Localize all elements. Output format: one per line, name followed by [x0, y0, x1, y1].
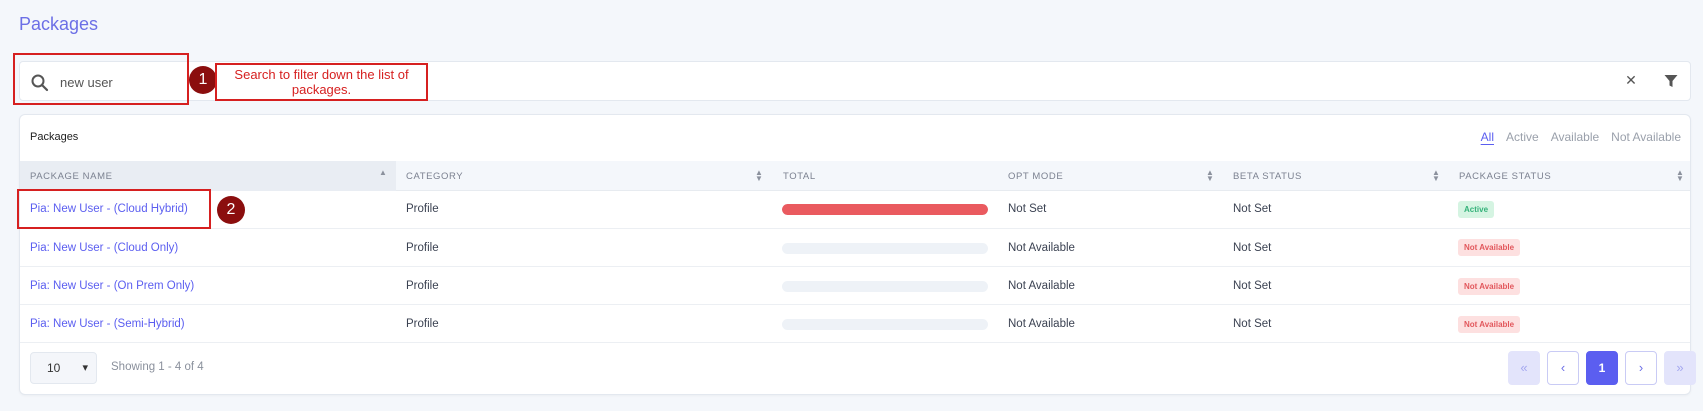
- sort-icon[interactable]: ▲ ▼: [1206, 169, 1214, 183]
- filter-tab-not-available[interactable]: Not Available: [1611, 130, 1681, 144]
- filter-icon[interactable]: [1664, 74, 1678, 88]
- filter-tab-active[interactable]: Active: [1506, 130, 1539, 144]
- callout-highlight-search: [13, 53, 189, 105]
- column-header-package-status[interactable]: PACKAGE STATUS: [1459, 171, 1551, 182]
- status-badge: Not Available: [1458, 316, 1521, 333]
- status-badge: Not Available: [1458, 278, 1521, 295]
- pagination-summary: Showing 1 - 4 of 4: [111, 361, 204, 373]
- column-header-opt-mode[interactable]: OPT MODE: [1008, 171, 1063, 182]
- callout-badge-2: 2: [217, 196, 245, 224]
- callout-highlight-package-link: [17, 189, 211, 229]
- total-progress-bar: [782, 281, 988, 292]
- opt-mode-cell: Not Available: [1008, 318, 1075, 330]
- total-progress-fill: [782, 204, 988, 215]
- category-cell: Profile: [406, 318, 439, 330]
- sort-icon[interactable]: ▲ ▼: [755, 169, 763, 183]
- status-badge: Not Available: [1458, 239, 1521, 256]
- column-header-package-name[interactable]: PACKAGE NAME: [30, 171, 113, 182]
- sort-asc-icon[interactable]: ▲: [379, 169, 387, 177]
- opt-mode-cell: Not Available: [1008, 280, 1075, 292]
- package-link[interactable]: Pia: New User - (Semi-Hybrid): [30, 318, 185, 330]
- first-page-button[interactable]: «: [1508, 351, 1540, 385]
- opt-mode-cell: Not Set: [1008, 203, 1047, 215]
- status-filter-tabs: All Active Available Not Available: [1481, 130, 1681, 144]
- category-cell: Profile: [406, 203, 439, 215]
- total-progress-bar: [782, 319, 988, 330]
- column-header-total: TOTAL: [783, 171, 816, 182]
- beta-status-cell: Not Set: [1233, 318, 1272, 330]
- callout-note: Search to filter down the list of packag…: [215, 63, 428, 101]
- package-link[interactable]: Pia: New User - (On Prem Only): [30, 280, 194, 292]
- package-link[interactable]: Pia: New User - (Cloud Only): [30, 242, 178, 254]
- beta-status-cell: Not Set: [1233, 203, 1272, 215]
- prev-page-button[interactable]: ‹: [1547, 351, 1579, 385]
- beta-status-cell: Not Set: [1233, 280, 1272, 292]
- sort-icon[interactable]: ▲ ▼: [1676, 169, 1684, 183]
- callout-badge-1: 1: [189, 66, 217, 94]
- last-page-button[interactable]: »: [1664, 351, 1696, 385]
- sort-icon[interactable]: ▲ ▼: [1432, 169, 1440, 183]
- status-badge: Active: [1458, 201, 1495, 218]
- opt-mode-cell: Not Available: [1008, 242, 1075, 254]
- category-cell: Profile: [406, 242, 439, 254]
- total-progress-bar: [782, 204, 988, 215]
- column-header-category[interactable]: CATEGORY: [406, 171, 463, 182]
- pagination: « ‹ 1 › »: [1508, 351, 1696, 385]
- total-progress-bar: [782, 243, 988, 254]
- per-page-select[interactable]: 10 ▾: [30, 352, 97, 384]
- page-title: Packages: [19, 14, 99, 34]
- page-1-button[interactable]: 1: [1586, 351, 1618, 385]
- chevron-down-icon: ▾: [82, 362, 88, 374]
- next-page-button[interactable]: ›: [1625, 351, 1657, 385]
- category-cell: Profile: [406, 280, 439, 292]
- per-page-value: 10: [47, 361, 61, 375]
- column-header-beta-status[interactable]: BETA STATUS: [1233, 171, 1302, 182]
- beta-status-cell: Not Set: [1233, 242, 1272, 254]
- filter-tab-all[interactable]: All: [1481, 130, 1494, 144]
- filter-tab-available[interactable]: Available: [1551, 130, 1599, 144]
- close-icon[interactable]: ✕: [1624, 72, 1638, 89]
- card-title: Packages: [30, 131, 79, 143]
